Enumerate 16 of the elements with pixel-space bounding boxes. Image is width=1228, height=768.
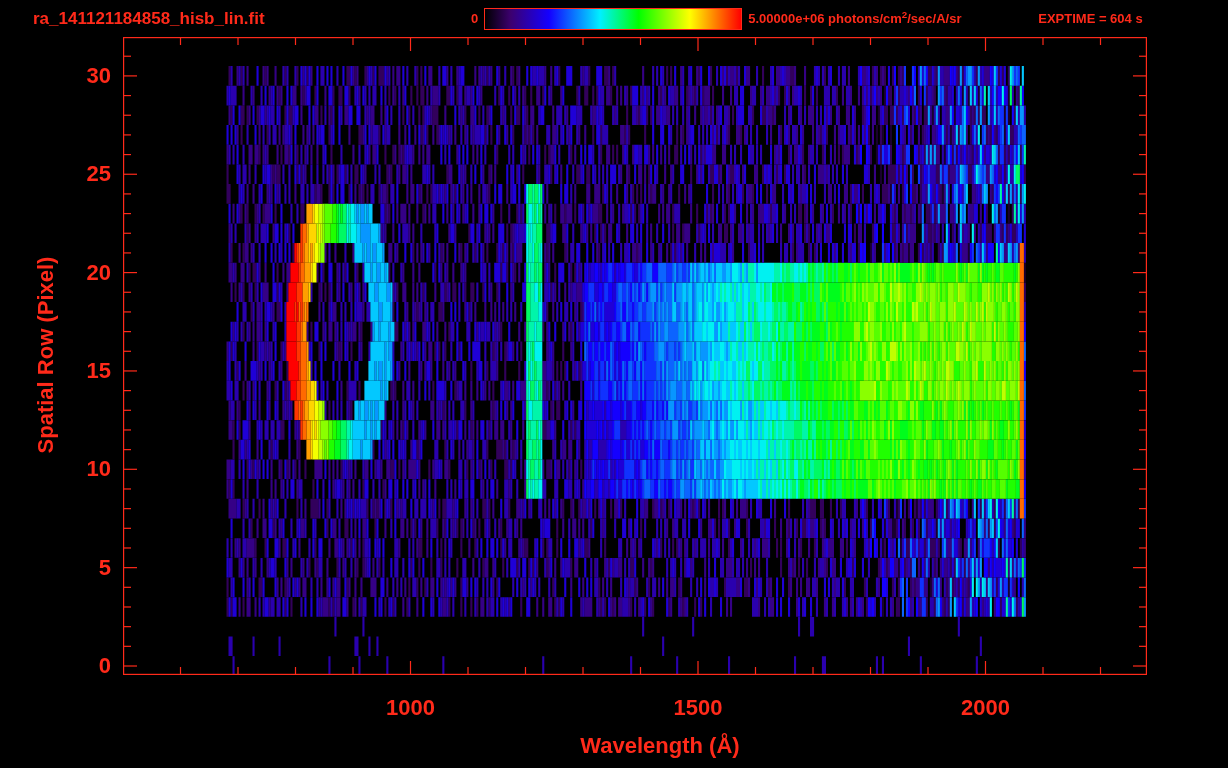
y-tick-label: 5: [98, 556, 111, 579]
x-tick-label: 1500: [673, 697, 723, 719]
y-tick-label: 20: [86, 261, 111, 284]
y-tick-label: 0: [98, 655, 111, 677]
y-tick-label: 25: [86, 163, 111, 186]
x-tick-label: 2000: [961, 697, 1010, 719]
colorbar-max-label: 5.00000e+06 photons/cm$^{2}$/sec/A/sr: [748, 8, 963, 28]
file-title: ra_141121184858_hisb_lin.fit: [33, 7, 266, 30]
colorbar-min-label: 0: [471, 9, 479, 28]
exposure-time: EXPTIME = 604 s: [1038, 9, 1143, 28]
y-tick-label: 15: [86, 359, 111, 382]
x-axis-label: Wavelength (Å): [580, 735, 740, 757]
y-tick-label: 10: [86, 458, 111, 481]
y-axis-label: Spatial Row (Pixel): [31, 256, 59, 454]
x-tick-label: 1000: [386, 697, 435, 719]
y-tick-label: 30: [86, 64, 111, 87]
